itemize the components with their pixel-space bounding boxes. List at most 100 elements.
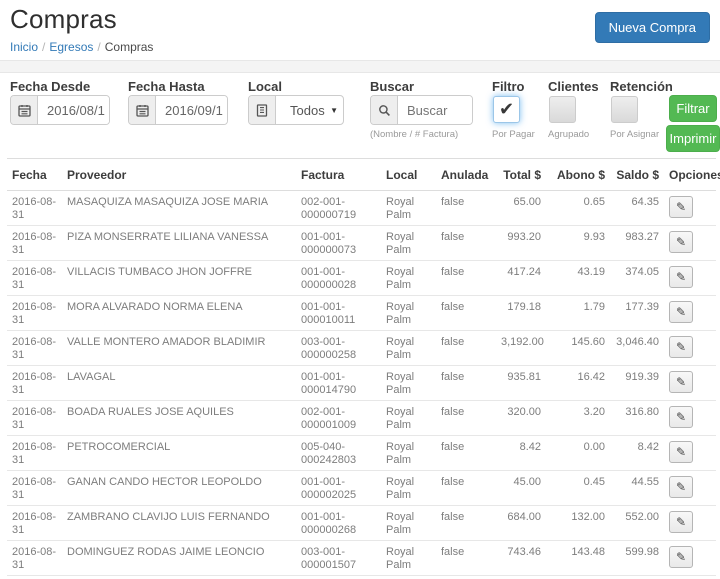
col-fecha: Fecha xyxy=(7,159,62,191)
breadcrumb-inicio[interactable]: Inicio xyxy=(10,40,38,54)
cell-fecha: 2016-08-31 xyxy=(7,506,62,541)
cell-local: Royal Palm xyxy=(381,296,436,331)
cell-anulada: false xyxy=(436,366,496,401)
cell-abono: 132.00 xyxy=(546,506,610,541)
imprimir-button[interactable]: Imprimir xyxy=(666,125,720,152)
cell-factura: 001-001-000014790 xyxy=(296,366,381,401)
cell-abono: 16.42 xyxy=(546,366,610,401)
nueva-compra-button[interactable]: Nueva Compra xyxy=(595,12,710,43)
table-row: 2016-08-31 MASAQUIZA MASAQUIZA JOSE MARI… xyxy=(7,191,716,226)
cell-opciones: ✎ xyxy=(664,296,716,331)
cell-local: Royal Palm xyxy=(381,506,436,541)
por-asignar-label: Por Asignar xyxy=(610,129,659,140)
cell-opciones: ✎ xyxy=(664,366,716,401)
cell-anulada: false xyxy=(436,331,496,366)
cell-factura: 001-001-000010011 xyxy=(296,296,381,331)
cell-saldo: 983.27 xyxy=(610,226,664,261)
cell-anulada: false xyxy=(436,436,496,471)
local-select[interactable]: Todos ▼ xyxy=(276,96,343,124)
table-row: 2016-08-31 DOMINGUEZ RODAS JAIME LEONCIO… xyxy=(7,541,716,576)
col-local: Local xyxy=(381,159,436,191)
cell-saldo: 177.39 xyxy=(610,296,664,331)
cell-opciones: ✎ xyxy=(664,436,716,471)
cell-factura: 002-001-000001009 xyxy=(296,401,381,436)
cell-local: Royal Palm xyxy=(381,226,436,261)
fecha-hasta-input-group xyxy=(128,95,228,125)
cell-opciones: ✎ xyxy=(664,331,716,366)
agrupado-label: Agrupado xyxy=(548,129,589,140)
cell-proveedor: MORA ALVARADO NORMA ELENA xyxy=(62,296,296,331)
cell-proveedor: BOADA RUALES JOSE AQUILES xyxy=(62,401,296,436)
search-input[interactable] xyxy=(398,96,472,124)
cell-anulada: false xyxy=(436,191,496,226)
local-input-group: Todos ▼ xyxy=(248,95,344,125)
calendar-icon xyxy=(129,96,156,124)
cell-local: Royal Palm xyxy=(381,261,436,296)
edit-button[interactable]: ✎ xyxy=(669,511,693,533)
cell-opciones: ✎ xyxy=(664,506,716,541)
col-abono: Abono $ xyxy=(546,159,610,191)
pencil-icon: ✎ xyxy=(676,445,686,459)
breadcrumb-egresos[interactable]: Egresos xyxy=(49,40,93,54)
edit-button[interactable]: ✎ xyxy=(669,476,693,498)
col-saldo: Saldo $ xyxy=(610,159,664,191)
filtrar-button[interactable]: Filtrar xyxy=(669,95,717,122)
cell-factura: 001-001-000000268 xyxy=(296,506,381,541)
cell-fecha: 2016-08-31 xyxy=(7,471,62,506)
compras-page: Compras Nueva Compra Inicio/Egresos/Comp… xyxy=(0,0,720,579)
chevron-down-icon: ▼ xyxy=(330,106,338,115)
cell-opciones: ✎ xyxy=(664,541,716,576)
breadcrumb-separator: / xyxy=(42,40,45,54)
por-asignar-checkbox[interactable]: ✔ xyxy=(611,96,638,123)
por-pagar-label: Por Pagar xyxy=(492,129,535,140)
agrupado-checkbox[interactable]: ✔ xyxy=(549,96,576,123)
fecha-desde-input[interactable] xyxy=(38,96,109,124)
edit-button[interactable]: ✎ xyxy=(669,196,693,218)
edit-button[interactable]: ✎ xyxy=(669,231,693,253)
local-selected-value: Todos xyxy=(276,103,325,118)
buscar-input-group xyxy=(370,95,473,125)
cell-saldo: 374.05 xyxy=(610,261,664,296)
table-row: 2016-08-31 MORA ALVARADO NORMA ELENA 001… xyxy=(7,296,716,331)
table-row: 2016-08-31 ZAMBRANO CLAVIJO LUIS FERNAND… xyxy=(7,506,716,541)
cell-saldo: 3,046.40 xyxy=(610,331,664,366)
cell-anulada: false xyxy=(436,471,496,506)
fecha-hasta-input[interactable] xyxy=(156,96,227,124)
table-row: 2016-08-31 VILLACIS TUMBACO JHON JOFFRE … xyxy=(7,261,716,296)
cell-abono: 0.65 xyxy=(546,191,610,226)
edit-button[interactable]: ✎ xyxy=(669,266,693,288)
cell-local: Royal Palm xyxy=(381,436,436,471)
cell-abono: 143.48 xyxy=(546,541,610,576)
edit-button[interactable]: ✎ xyxy=(669,301,693,323)
breadcrumb-current: Compras xyxy=(105,40,154,54)
edit-button[interactable]: ✎ xyxy=(669,336,693,358)
table-row: 2016-08-31 LAVAGAL 001-001-000014790 Roy… xyxy=(7,366,716,401)
cell-anulada: false xyxy=(436,226,496,261)
pencil-icon: ✎ xyxy=(676,480,686,494)
filter-bar: Fecha Desde Fecha Hasta Local xyxy=(0,73,720,155)
table-row: 2016-08-31 GANAN CANDO HECTOR LEOPOLDO 0… xyxy=(7,471,716,506)
cell-factura: 001-001-000000073 xyxy=(296,226,381,261)
edit-button[interactable]: ✎ xyxy=(669,406,693,428)
cell-abono: 9.93 xyxy=(546,226,610,261)
table-header: Fecha Proveedor Factura Local Anulada To… xyxy=(7,159,716,191)
por-pagar-checkbox[interactable]: ✔ xyxy=(493,96,520,123)
edit-button[interactable]: ✎ xyxy=(669,371,693,393)
cell-opciones: ✎ xyxy=(664,191,716,226)
cell-local: Royal Palm xyxy=(381,471,436,506)
edit-button[interactable]: ✎ xyxy=(669,546,693,568)
fecha-desde-input-group xyxy=(10,95,110,125)
pencil-icon: ✎ xyxy=(676,305,686,319)
cell-total: 684.00 xyxy=(496,506,546,541)
cell-proveedor: PIZA MONSERRATE LILIANA VANESSA xyxy=(62,226,296,261)
cell-abono: 43.19 xyxy=(546,261,610,296)
pencil-icon: ✎ xyxy=(676,375,686,389)
cell-abono: 1.79 xyxy=(546,296,610,331)
cell-anulada: false xyxy=(436,261,496,296)
col-proveedor: Proveedor xyxy=(62,159,296,191)
cell-fecha: 2016-08-31 xyxy=(7,541,62,576)
edit-button[interactable]: ✎ xyxy=(669,441,693,463)
col-anulada: Anulada xyxy=(436,159,496,191)
cell-total: 65.00 xyxy=(496,191,546,226)
cell-fecha: 2016-08-31 xyxy=(7,436,62,471)
